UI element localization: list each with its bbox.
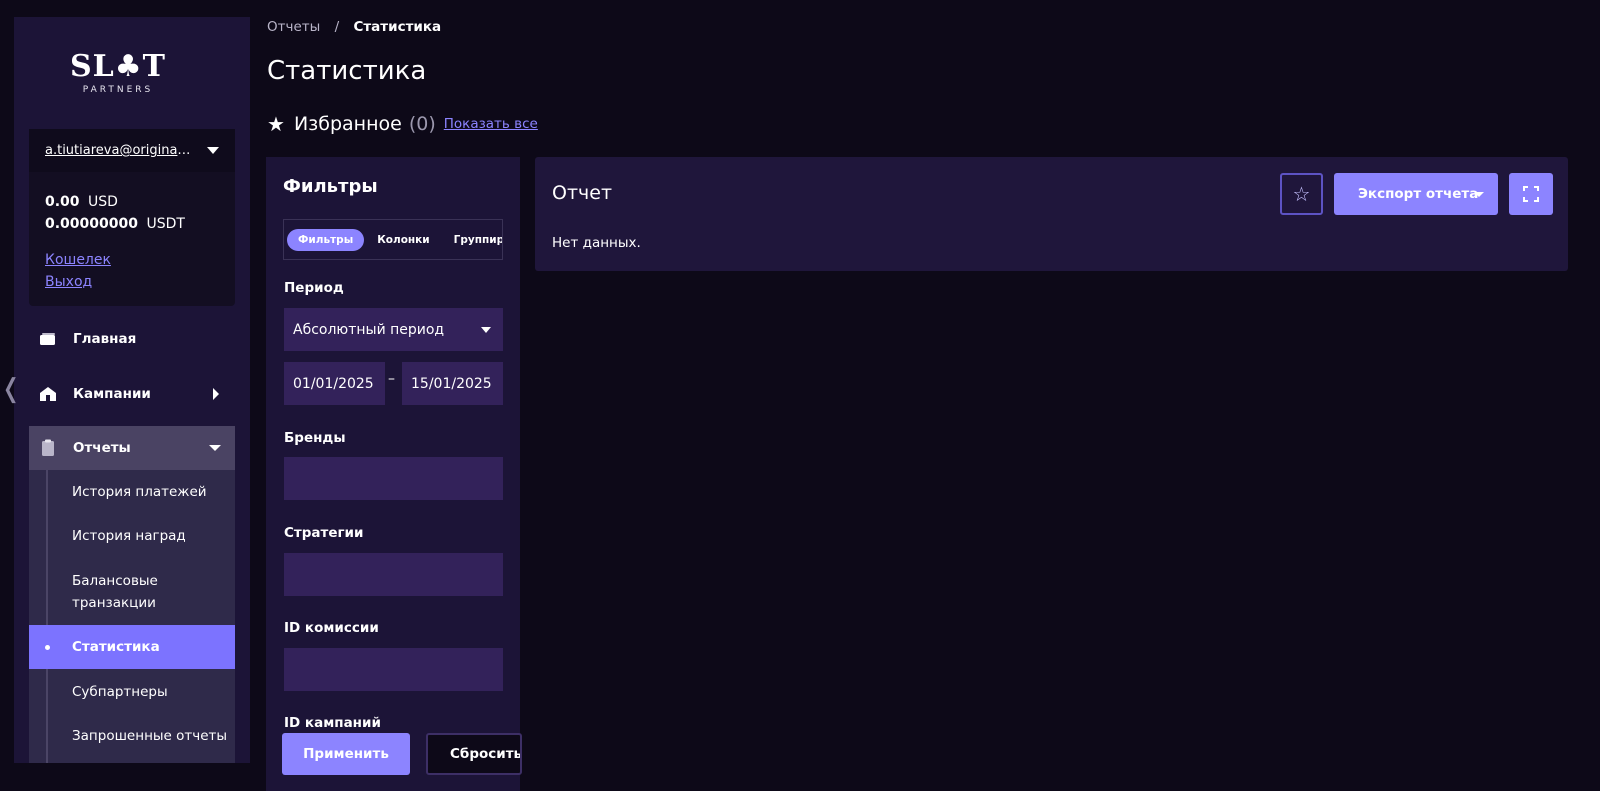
- nav-home-label: Главная: [73, 331, 137, 347]
- breadcrumb-separator: /: [334, 19, 340, 35]
- date-range-dash: –: [388, 371, 395, 387]
- strategies-select[interactable]: [284, 553, 503, 596]
- logo-subtext: PARTNERS: [82, 85, 154, 95]
- account-card: a.tiutiareva@originalspirit.ru 0.00 USD …: [29, 129, 235, 306]
- breadcrumb: Отчеты / Статистика: [267, 19, 441, 35]
- period-label: Период: [284, 280, 344, 296]
- submenu-item-reward-history[interactable]: История наград: [29, 525, 235, 547]
- tab-filters[interactable]: Фильтры: [287, 228, 365, 251]
- clipboard-icon: [39, 439, 57, 456]
- submenu-line: [46, 470, 48, 763]
- account-email: a.tiutiareva@originalspirit.ru: [45, 143, 193, 158]
- page-title: Статистика: [267, 56, 427, 86]
- show-all-link[interactable]: Показать все: [444, 116, 538, 132]
- wallet-link[interactable]: Кошелек: [45, 249, 219, 271]
- favorites-bar: ★ Избранное (0) Показать все: [267, 112, 538, 136]
- fullscreen-icon: [1523, 186, 1539, 202]
- commission-select[interactable]: [284, 648, 503, 691]
- submenu-item-balance-transactions[interactable]: Балансовые транзакции: [29, 570, 235, 614]
- account-dropdown[interactable]: a.tiutiareva@originalspirit.ru: [29, 129, 235, 172]
- nav-reports[interactable]: Отчеты: [29, 426, 235, 470]
- breadcrumb-reports[interactable]: Отчеты: [267, 19, 320, 35]
- chevron-down-icon: [209, 445, 221, 451]
- apply-button[interactable]: Применить: [282, 733, 410, 775]
- filters-tabs: Фильтры Колонки Группировать: [283, 219, 503, 260]
- balance-usd-currency: USD: [88, 194, 118, 210]
- date-from-input[interactable]: 01/01/2025: [284, 362, 385, 405]
- date-to-input[interactable]: 15/01/2025: [402, 362, 503, 405]
- breadcrumb-current: Статистика: [353, 19, 442, 35]
- store-icon: [39, 386, 57, 402]
- campaigns-id-label: ID кампаний: [284, 715, 381, 731]
- nav-campaigns[interactable]: Кампании: [29, 372, 235, 416]
- tab-grouping[interactable]: Группировать: [443, 229, 502, 251]
- tab-columns[interactable]: Колонки: [366, 229, 440, 251]
- submenu-item-subpartners[interactable]: Субпартнеры: [29, 681, 235, 703]
- nav-reports-label: Отчеты: [73, 440, 131, 456]
- brands-select[interactable]: [284, 457, 503, 500]
- nav-campaigns-label: Кампании: [73, 386, 151, 402]
- export-report-label: Экспорт отчета: [1358, 186, 1479, 202]
- account-links: Кошелек Выход: [29, 235, 235, 293]
- add-favorite-button[interactable]: ☆: [1280, 173, 1323, 215]
- balance-usd-value: 0.00: [45, 194, 80, 210]
- period-select-value: Абсолютный период: [293, 321, 445, 338]
- balance-usdt-currency: USDT: [146, 216, 185, 232]
- collapse-sidebar-icon[interactable]: ❬: [0, 374, 22, 404]
- commission-label: ID комиссии: [284, 620, 379, 636]
- submenu-item-statistics[interactable]: Статистика: [29, 625, 235, 669]
- logo-text: SL♣T: [70, 49, 166, 84]
- filters-title: Фильтры: [283, 176, 378, 197]
- chevron-right-icon: [213, 388, 219, 400]
- active-dot: [45, 644, 50, 650]
- report-panel: Отчет Нет данных. ☆ Экспорт отчета: [535, 157, 1568, 271]
- period-select[interactable]: Абсолютный период: [284, 308, 503, 351]
- home-icon: [39, 331, 57, 347]
- star-filled-icon: ★: [267, 112, 285, 136]
- balances: 0.00 USD 0.00000000 USDT: [29, 172, 235, 235]
- favorites-label: Избранное: [293, 113, 402, 135]
- logo[interactable]: SL♣T PARTNERS: [14, 49, 222, 96]
- no-data-text: Нет данных.: [552, 235, 641, 251]
- star-outline-icon: ☆: [1292, 182, 1311, 206]
- strategies-label: Стратегии: [284, 525, 364, 541]
- report-title: Отчет: [552, 182, 613, 204]
- sidebar: SL♣T PARTNERS a.tiutiareva@originalspiri…: [14, 17, 250, 763]
- chevron-down-icon: [481, 326, 491, 333]
- export-report-button[interactable]: Экспорт отчета: [1334, 173, 1498, 215]
- chevron-down-icon: [1474, 191, 1484, 197]
- submenu-item-statistics-label: Статистика: [72, 639, 160, 655]
- balance-usd: 0.00 USD: [45, 191, 219, 213]
- reset-button[interactable]: Сбросить: [426, 733, 522, 775]
- logout-link[interactable]: Выход: [45, 271, 219, 293]
- balance-usdt-value: 0.00000000: [45, 216, 138, 232]
- reports-submenu: История платежей История наград Балансов…: [29, 470, 235, 763]
- submenu-item-requested-reports[interactable]: Запрошенные отчеты: [29, 725, 235, 747]
- nav-home[interactable]: Главная: [29, 317, 235, 361]
- fullscreen-button[interactable]: [1509, 173, 1553, 215]
- chevron-down-icon: [207, 147, 219, 154]
- brands-label: Бренды: [284, 430, 346, 446]
- submenu-item-payment-history[interactable]: История платежей: [29, 481, 235, 503]
- favorites-count: (0): [408, 113, 436, 135]
- filters-panel: Фильтры Фильтры Колонки Группировать Пер…: [266, 157, 520, 791]
- balance-usdt: 0.00000000 USDT: [45, 213, 219, 235]
